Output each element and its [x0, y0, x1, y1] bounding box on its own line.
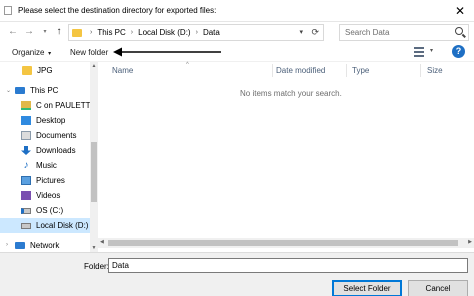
column-header-size[interactable]: Size	[427, 66, 443, 75]
videos-icon	[21, 191, 31, 200]
navigation-scrollbar[interactable]: ▲ ▼	[90, 62, 98, 252]
up-arrow-icon[interactable]: ↑	[52, 25, 66, 39]
sidebar-item-label: Videos	[36, 191, 61, 200]
file-list-scrollbar[interactable]: ◀ ▶	[98, 238, 474, 248]
network-drive-icon	[21, 101, 31, 110]
sidebar-item-documents[interactable]: Documents	[0, 128, 90, 143]
window-title: Please select the destination directory …	[18, 6, 217, 15]
sidebar-item-label: Documents	[36, 131, 77, 140]
sidebar-item-label: Music	[36, 161, 57, 170]
navigation-pane: JPG ⌄ This PC C on PAULETTEL Desktop Doc…	[0, 62, 98, 252]
sidebar-item-c-on-paulettel[interactable]: C on PAULETTEL	[0, 98, 98, 113]
address-bar[interactable]: › This PC › Local Disk (D:) › Data ▾ ⟳	[68, 24, 324, 41]
drive-icon	[21, 222, 31, 229]
sidebar-item-this-pc[interactable]: This PC	[0, 83, 90, 98]
sidebar-item-desktop[interactable]: Desktop	[0, 113, 90, 128]
desktop-icon	[21, 116, 31, 125]
command-bar: Organize ▾ New folder ▾ ?	[0, 42, 474, 62]
folder-input[interactable]	[108, 258, 468, 273]
breadcrumb-data[interactable]: Data	[203, 28, 220, 37]
sidebar-item-label: OS (C:)	[36, 206, 64, 215]
forward-arrow-icon[interactable]: →	[22, 25, 36, 39]
chevron-down-icon: ▾	[46, 51, 52, 57]
scroll-left-icon[interactable]: ◀	[100, 239, 104, 245]
downloads-icon	[21, 146, 31, 155]
sidebar-item-label: Desktop	[36, 116, 66, 125]
sidebar-item-label: This PC	[30, 86, 59, 95]
chevron-right-icon[interactable]: ›	[196, 29, 198, 36]
sidebar-item-label: Downloads	[36, 146, 76, 155]
navigation-bar: ← → ▾ ↑ › This PC › Local Disk (D:) › Da…	[0, 22, 474, 42]
sort-caret-icon: ^	[186, 62, 189, 68]
cancel-button[interactable]: Cancel	[408, 280, 468, 296]
drive-icon	[21, 207, 31, 214]
view-dropdown-icon[interactable]: ▾	[430, 47, 433, 54]
music-icon: ♪	[23, 160, 29, 171]
scroll-down-icon[interactable]: ▼	[90, 245, 98, 251]
recent-dropdown-icon[interactable]: ▾	[38, 25, 52, 39]
scrollbar-thumb[interactable]	[108, 240, 458, 246]
organize-label: Organize	[12, 48, 45, 57]
column-header-date-modified[interactable]: Date modified	[276, 66, 325, 75]
dialog-footer: Folder: Select Folder Cancel	[0, 252, 474, 296]
new-folder-button[interactable]: New folder	[70, 48, 108, 57]
app-icon	[4, 6, 12, 15]
refresh-icon[interactable]: ⟳	[311, 27, 319, 38]
annotation-arrow	[113, 47, 221, 57]
sidebar-item-label: Pictures	[36, 176, 65, 185]
folder-icon	[22, 66, 32, 75]
sidebar-item-music[interactable]: ♪ Music	[0, 158, 90, 173]
sidebar-item-videos[interactable]: Videos	[0, 188, 90, 203]
folder-icon	[72, 28, 82, 37]
pictures-icon	[21, 176, 31, 185]
close-icon[interactable]: ✕	[452, 3, 468, 19]
sidebar-item-jpg[interactable]: JPG	[0, 63, 90, 78]
scroll-right-icon[interactable]: ▶	[468, 239, 472, 245]
sidebar-item-label: C on PAULETTEL	[36, 101, 98, 110]
scrollbar-thumb[interactable]	[91, 142, 97, 202]
sidebar-item-label: Local Disk (D:)	[36, 221, 89, 230]
column-divider[interactable]	[272, 64, 273, 77]
empty-message: No items match your search.	[240, 89, 342, 98]
address-dropdown-icon[interactable]: ▾	[299, 28, 303, 36]
folder-label: Folder:	[84, 262, 109, 271]
sidebar-item-pictures[interactable]: Pictures	[0, 173, 90, 188]
help-icon[interactable]: ?	[452, 45, 465, 58]
column-header-type[interactable]: Type	[352, 66, 369, 75]
sidebar-item-local-disk-d[interactable]: Local Disk (D:)	[0, 218, 90, 233]
sidebar-item-network[interactable]: Network	[0, 238, 90, 252]
back-arrow-icon[interactable]: ←	[6, 25, 20, 39]
organize-button[interactable]: Organize ▾	[12, 48, 51, 57]
sidebar-item-label: JPG	[37, 66, 53, 75]
sidebar-item-label: Network	[30, 241, 60, 250]
view-options-icon[interactable]	[414, 47, 428, 57]
column-divider[interactable]	[420, 64, 421, 77]
file-list: ^ Name Date modified Type Size No items …	[98, 62, 474, 252]
sidebar-item-downloads[interactable]: Downloads	[0, 143, 90, 158]
network-icon	[15, 242, 25, 249]
search-placeholder: Search Data	[345, 28, 390, 37]
sidebar-item-os-c[interactable]: OS (C:)	[0, 203, 90, 218]
breadcrumb-this-pc[interactable]: This PC	[97, 28, 125, 37]
select-folder-button[interactable]: Select Folder	[332, 280, 402, 296]
search-icon	[455, 27, 463, 35]
documents-icon	[21, 131, 31, 140]
scroll-up-icon[interactable]: ▲	[90, 63, 98, 69]
chevron-right-icon[interactable]: ›	[131, 29, 133, 36]
breadcrumb-local-disk[interactable]: Local Disk (D:)	[138, 28, 190, 37]
column-divider[interactable]	[346, 64, 347, 77]
search-input[interactable]: Search Data	[339, 24, 469, 41]
chevron-right-icon[interactable]: ›	[90, 29, 92, 36]
column-header-name[interactable]: Name	[112, 66, 133, 75]
pc-icon	[15, 87, 25, 94]
title-bar: Please select the destination directory …	[0, 0, 474, 22]
